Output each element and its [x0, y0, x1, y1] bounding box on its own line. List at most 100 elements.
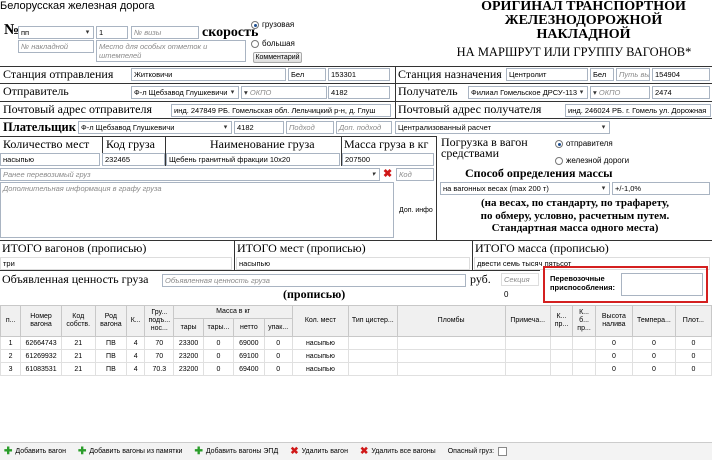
payer-name-select[interactable]: Ф-л Щебзавод Глушкевичи ▾	[78, 121, 232, 134]
receiver-code-input[interactable]: 2474	[652, 86, 710, 99]
table-cell[interactable]: 0	[631, 349, 676, 363]
column-header[interactable]: Гру... подъ... нос...	[144, 305, 175, 337]
table-cell[interactable]: насыпью	[291, 336, 350, 350]
dropdown-arrow-icon[interactable]: ▾	[228, 88, 237, 97]
table-cell[interactable]: 3	[0, 362, 22, 376]
table-cell[interactable]: насыпью	[291, 349, 350, 363]
table-cell[interactable]: 0	[674, 349, 712, 363]
dropdown-arrow-icon[interactable]: ▾	[83, 28, 92, 37]
table-cell[interactable]: 21	[60, 349, 96, 363]
payer-code-input[interactable]: 4182	[234, 121, 284, 134]
previous-cargo-code-input[interactable]: Код	[396, 168, 434, 181]
destination-station-input[interactable]: Центролит	[506, 68, 588, 81]
table-cell[interactable]: 0	[631, 362, 676, 376]
payer-extra-approach-input[interactable]: Доп. подход	[336, 121, 392, 134]
speed-option-freight[interactable]: грузовая	[251, 20, 294, 29]
tolerance-input[interactable]: +/-1,0%	[612, 182, 710, 195]
table-cell[interactable]: 0	[263, 349, 293, 363]
table-row[interactable]: 3 61083531 21 ПВ 4 70.3 23200 0 69400 0 насыпью 0 0 0	[0, 362, 712, 376]
table-cell[interactable]: 23200	[173, 362, 204, 376]
table-cell[interactable]	[549, 349, 574, 363]
receiver-okpo-input[interactable]: ▾ ОКПО	[590, 86, 650, 99]
dropdown-arrow-icon[interactable]: ▾	[599, 184, 608, 193]
radio-icon[interactable]	[251, 39, 259, 48]
table-cell[interactable]: 0	[594, 349, 633, 363]
column-header[interactable]: Номер вагона	[20, 305, 62, 337]
table-cell[interactable]	[572, 336, 596, 350]
column-header[interactable]: тары...	[202, 318, 235, 337]
sender-address-input[interactable]: инд. 247849 РБ. Гомельская обл. Лельчицк…	[171, 104, 391, 117]
section-input[interactable]: Секция	[501, 273, 539, 286]
table-cell[interactable]: ПВ	[94, 362, 128, 376]
invoice-number-field[interactable]: № накладной	[18, 40, 94, 53]
column-header[interactable]: Род вагона	[94, 305, 128, 337]
column-header[interactable]: тары	[173, 318, 204, 337]
destination-country-input[interactable]: Бел	[590, 68, 614, 81]
radio-icon[interactable]	[555, 156, 563, 165]
receiver-name-select[interactable]: Филиал Гомельское ДРСУ-113 ▾	[468, 86, 588, 99]
column-header[interactable]: К... пр...	[549, 305, 574, 337]
table-cell[interactable]	[348, 336, 398, 350]
column-header[interactable]: Плот...	[674, 305, 712, 337]
table-cell[interactable]	[572, 349, 596, 363]
table-cell[interactable]: 4	[126, 362, 146, 376]
payment-type-select[interactable]: Централизованный расчет ▾	[395, 121, 610, 134]
table-cell[interactable]	[348, 362, 398, 376]
table-cell[interactable]	[549, 336, 574, 350]
total-wagons-input[interactable]: три	[0, 257, 232, 270]
table-cell[interactable]: 23200	[173, 349, 204, 363]
column-header[interactable]: К...	[126, 305, 146, 337]
table-cell[interactable]: 0	[263, 362, 293, 376]
table-cell[interactable]: 0	[674, 336, 712, 350]
table-cell[interactable]: 0	[202, 349, 235, 363]
table-cell[interactable]: 21	[60, 362, 96, 376]
speed-option-express[interactable]: большая	[251, 39, 295, 48]
extra-info-textarea[interactable]: Дополнительная информация в графу груза	[0, 182, 394, 238]
table-cell[interactable]: 70.3	[144, 362, 175, 376]
column-header[interactable]: К... б... пр...	[572, 305, 596, 337]
previous-cargo-select[interactable]: Ранее перевозимый груз ▾	[0, 168, 380, 181]
payer-approach-input[interactable]: Подход	[286, 121, 334, 134]
table-cell[interactable]: насыпью	[291, 362, 350, 376]
table-cell[interactable]: 0	[202, 362, 235, 376]
table-cell[interactable]: 4	[126, 349, 146, 363]
table-cell[interactable]: 0	[594, 336, 633, 350]
table-cell[interactable]: 69400	[233, 362, 265, 376]
sender-code-input[interactable]: 4182	[328, 86, 390, 99]
declared-value-input[interactable]: Объявленная ценность груза	[162, 274, 466, 287]
cargo-mass-input[interactable]: 207500	[342, 153, 434, 166]
checkbox-icon[interactable]	[498, 447, 508, 456]
table-cell[interactable]	[572, 362, 596, 376]
table-row[interactable]: 2 61269932 21 ПВ 4 70 23200 0 69100 0 насыпью 0 0 0	[0, 349, 712, 363]
radio-icon[interactable]	[555, 139, 563, 148]
table-cell[interactable]: 4	[126, 336, 146, 350]
column-header[interactable]: Кол. мест	[291, 305, 350, 337]
radio-icon[interactable]	[251, 20, 259, 29]
table-cell[interactable]: 70	[144, 349, 175, 363]
dropdown-arrow-icon[interactable]: ▾	[577, 88, 586, 97]
column-header[interactable]: Примеча...	[504, 305, 551, 337]
column-header[interactable]: нетто	[233, 318, 265, 337]
transport-devices-input[interactable]	[621, 273, 703, 296]
dropdown-arrow-icon[interactable]: ▾	[369, 170, 378, 179]
table-cell[interactable]: 61269932	[20, 349, 62, 363]
table-cell[interactable]: 61083531	[20, 362, 62, 376]
receiver-address-input[interactable]: инд. 246024 РБ. г. Гомель ул. Дорожная	[565, 104, 711, 117]
table-cell[interactable]	[348, 349, 398, 363]
column-header[interactable]: Высота налива	[594, 305, 633, 337]
mass-method-select[interactable]: на вагонных весах (max 200 т) ▾	[440, 182, 610, 195]
delete-wagon-button[interactable]: ✖ Удалить вагон	[290, 446, 348, 457]
dropdown-arrow-icon[interactable]: ▾	[599, 123, 608, 132]
places-input[interactable]: насыпью	[0, 153, 100, 166]
count-input[interactable]: 1	[96, 26, 128, 39]
notes-textarea[interactable]: Место для особых отметок и штемпелей	[96, 40, 246, 62]
add-from-memory-button[interactable]: ✚ Добавить вагоны из памятки	[78, 446, 182, 457]
delete-icon[interactable]: ✖	[383, 167, 392, 180]
extra-info-button[interactable]: Доп. инфо	[399, 207, 433, 214]
add-wagon-button[interactable]: ✚ Добавить вагон	[4, 446, 66, 457]
column-header[interactable]: Темпера...	[631, 305, 676, 337]
table-cell[interactable]: 2	[0, 349, 22, 363]
delete-all-button[interactable]: ✖ Удалить все вагоны	[360, 446, 436, 457]
table-cell[interactable]: ПВ	[94, 336, 128, 350]
table-cell[interactable]	[504, 362, 551, 376]
